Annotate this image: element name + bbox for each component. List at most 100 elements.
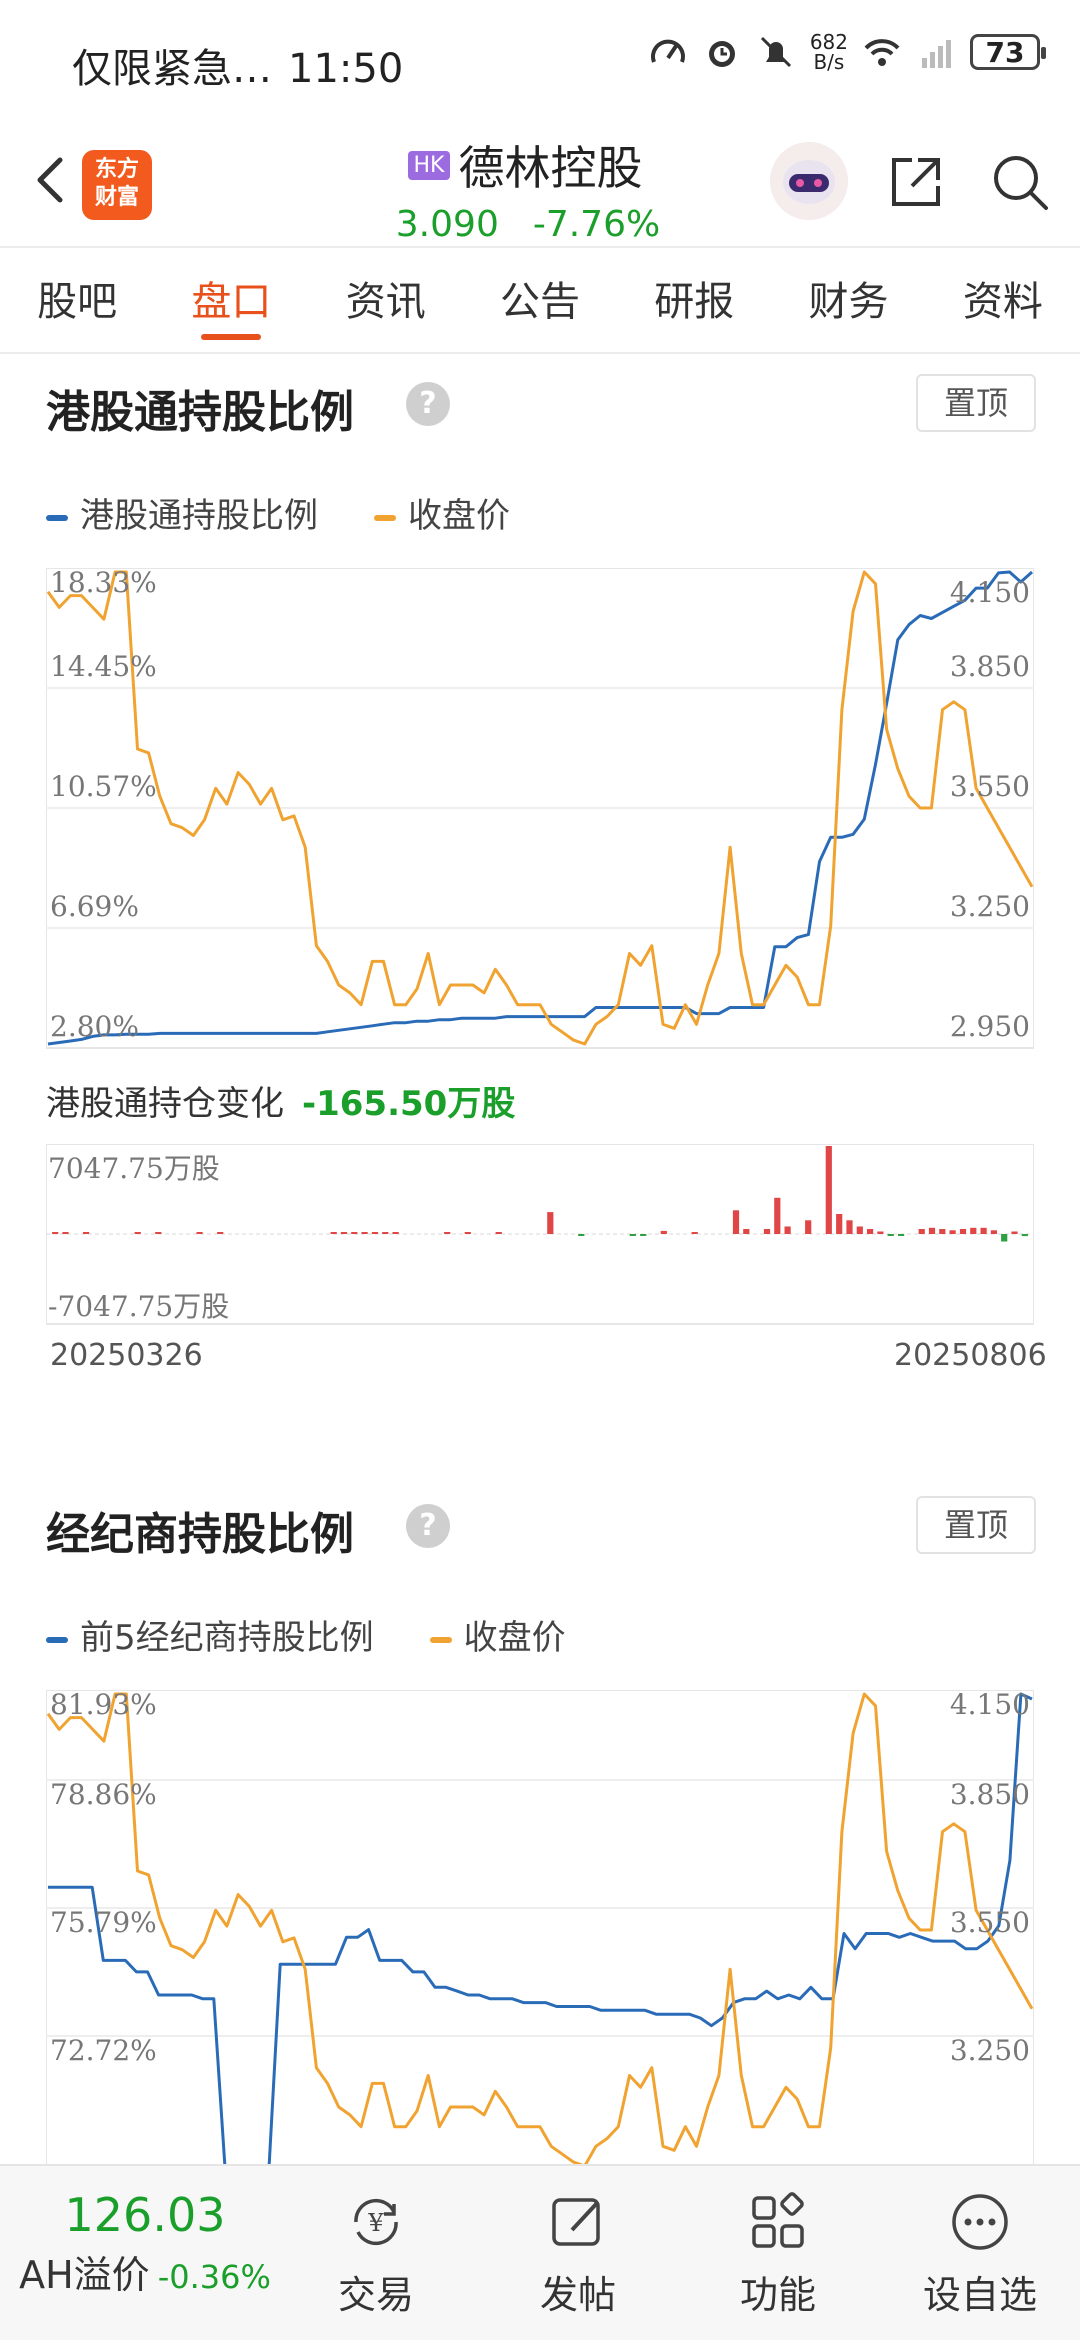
bar-bottom-label: -7047.75万股 <box>48 1290 229 1323</box>
nav-add-watchlist[interactable]: 设自选 <box>900 2190 1060 2319</box>
holding-change-bar <box>825 1146 832 1234</box>
chart-frame <box>46 568 1034 1049</box>
stock-header: 东方 财富 HK 德林控股 3.090 -7.76% <box>0 120 1080 248</box>
holding-change-bar <box>629 1234 636 1236</box>
nav-label: 功能 <box>739 2273 816 2317</box>
tab-profile[interactable]: 资料 <box>926 250 1080 352</box>
holding-change-bar <box>970 1227 977 1234</box>
holding-change-bar <box>856 1226 863 1234</box>
left-axis-ticks: 81.93% 78.86% 75.79% 72.72% <box>50 1690 157 2067</box>
holding-change-bar <box>939 1229 946 1234</box>
left-tick: 81.93% <box>50 1690 157 1721</box>
pin-top-button[interactable]: 置顶 <box>916 1496 1036 1554</box>
holding-change-bar <box>62 1232 69 1234</box>
right-tick: 2.950 <box>950 1010 1030 1043</box>
holding-change-bar <box>495 1232 502 1234</box>
help-icon[interactable]: ? <box>406 1504 450 1548</box>
clock: 11:50 <box>288 46 404 92</box>
legend-item-close[interactable]: 收盘价 <box>429 1610 566 1659</box>
series-line-close-price <box>46 1692 1034 2164</box>
search-icon[interactable] <box>988 150 1052 214</box>
share-icon[interactable] <box>884 150 948 214</box>
mute-bell-icon <box>760 36 791 68</box>
legend-swatch-blue <box>46 514 68 521</box>
nav-label: 发帖 <box>539 2273 616 2317</box>
holding-change-bar <box>155 1232 162 1234</box>
notification-text: 仅限紧急… <box>72 46 272 92</box>
tab-guba[interactable]: 股吧 <box>0 250 154 352</box>
stock-price: 3.090 <box>395 204 499 245</box>
holding-change-bar <box>990 1230 997 1234</box>
tab-pankou[interactable]: 盘口 <box>154 250 308 352</box>
holding-change-bar <box>1011 1231 1018 1234</box>
chart-legend: 前5经纪商持股比例 收盘价 <box>46 1610 566 1659</box>
right-tick: 4.150 <box>950 1690 1030 1721</box>
net-speed-unit: B/s <box>813 50 845 74</box>
legend-swatch-orange <box>374 514 396 521</box>
legend-item-holding[interactable]: 港股通持股比例 <box>46 488 318 537</box>
tab-finance[interactable]: 财务 <box>771 250 925 352</box>
right-axis-ticks: 4.150 3.850 3.550 3.250 2.950 <box>950 576 1030 1043</box>
right-tick: 3.550 <box>950 770 1030 803</box>
holding-change-bar <box>340 1232 348 1234</box>
status-bar: 仅限紧急… 11:50 682 B/s 73 <box>0 0 1080 120</box>
nav-functions[interactable]: 功能 <box>698 2190 858 2319</box>
legend-label: 收盘价 <box>463 1618 566 1658</box>
function-grid-icon <box>752 2192 804 2248</box>
tab-news[interactable]: 资讯 <box>309 250 463 352</box>
nav-trade[interactable]: ¥ 交易 <box>296 2190 456 2319</box>
holding-change-bar <box>980 1227 987 1234</box>
left-tick: 10.57% <box>50 770 157 803</box>
left-tick: 78.86% <box>50 1778 157 1811</box>
holding-change-bar <box>784 1226 791 1234</box>
holding-change-bar <box>464 1232 471 1234</box>
section-title-broker: 经纪商持股比例 <box>46 1509 354 1560</box>
status-left: 仅限紧急… 11:50 <box>72 36 403 94</box>
net-speed-value: 682 <box>809 30 848 54</box>
alarm-icon <box>708 41 735 67</box>
nav-post[interactable]: 发帖 <box>498 2190 658 2319</box>
bar-top-label: 7047.75万股 <box>48 1152 220 1185</box>
tab-research[interactable]: 研报 <box>617 250 771 352</box>
holding-change-bar <box>660 1230 667 1234</box>
ah-premium-pct: -0.36% <box>157 2258 271 2296</box>
holding-change-bar <box>959 1229 967 1234</box>
holding-change-bar <box>949 1230 956 1234</box>
pin-top-button[interactable]: 置顶 <box>916 374 1036 432</box>
tab-announcements[interactable]: 公告 <box>463 250 617 352</box>
holding-change-bar <box>392 1232 399 1234</box>
hk-connect-line-chart[interactable]: 18.33% 14.45% 10.57% 6.69% 2.80% 4.150 3… <box>46 568 1034 1050</box>
holding-change-bar <box>547 1212 554 1234</box>
speedometer-icon <box>650 39 685 63</box>
series-line-holding <box>48 1692 1033 2164</box>
post-icon <box>552 2198 600 2246</box>
holding-change-bar-chart[interactable]: 7047.75万股 -7047.75万股 <box>46 1144 1034 1326</box>
holding-change-bar <box>83 1232 90 1234</box>
date-end: 20250806 <box>894 1338 1047 1373</box>
holding-change-bar <box>898 1234 905 1236</box>
broker-line-chart[interactable]: 81.93% 78.86% 75.79% 72.72% 4.150 3.850 … <box>46 1690 1034 2164</box>
stock-name[interactable]: 德林控股 <box>458 132 642 198</box>
robot-assistant-icon[interactable] <box>770 142 848 220</box>
holding-change-row: 港股通持仓变化 -165.50万股 <box>46 1076 515 1125</box>
help-icon[interactable]: ? <box>406 382 450 426</box>
holding-change-bar <box>928 1227 936 1234</box>
chart-frame <box>46 1690 1034 2164</box>
holding-change-bar <box>691 1232 698 1234</box>
holding-change-bar <box>578 1234 585 1236</box>
holding-change-bar <box>743 1229 750 1234</box>
holding-change-bar <box>1001 1234 1008 1242</box>
chart-legend: 港股通持股比例 收盘价 <box>46 488 510 537</box>
left-tick: 6.69% <box>50 890 139 923</box>
holding-change-bar <box>371 1232 379 1234</box>
legend-item-broker[interactable]: 前5经纪商持股比例 <box>46 1610 374 1659</box>
ah-premium[interactable]: 126.03 AH溢价 -0.36% <box>0 2188 290 2299</box>
right-tick: 3.850 <box>950 650 1030 683</box>
holding-change-bar <box>196 1232 203 1234</box>
holding-change-bar <box>805 1220 812 1234</box>
legend-item-close[interactable]: 收盘价 <box>374 488 510 537</box>
ah-premium-label: AH溢价 <box>19 2253 150 2297</box>
holding-change-bar <box>867 1229 874 1234</box>
holding-change-label: 港股通持仓变化 <box>46 1084 284 1124</box>
battery-indicator: 73 <box>970 34 1046 70</box>
